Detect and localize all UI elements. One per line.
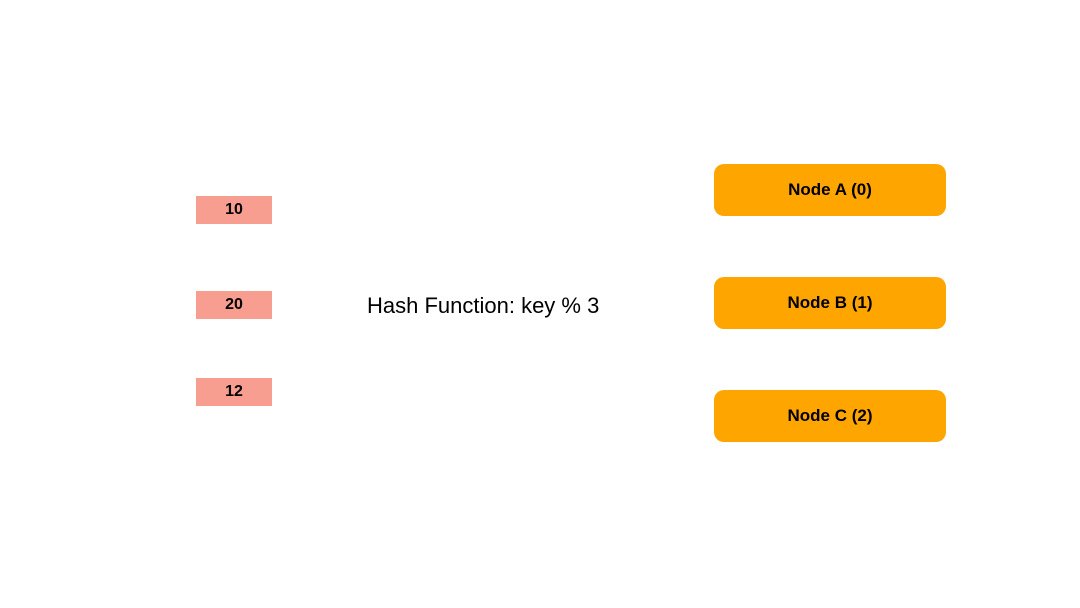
node-label-c: Node C (2) bbox=[788, 406, 873, 426]
key-label-3: 12 bbox=[225, 383, 243, 401]
hash-diagram-canvas: 10 20 12 Hash Function: key % 3 Node A (… bbox=[0, 0, 1080, 608]
node-label-a: Node A (0) bbox=[788, 180, 872, 200]
key-label-1: 10 bbox=[225, 201, 243, 219]
node-box-a: Node A (0) bbox=[714, 164, 946, 216]
node-label-b: Node B (1) bbox=[788, 293, 873, 313]
node-box-b: Node B (1) bbox=[714, 277, 946, 329]
key-box-1: 10 bbox=[196, 196, 272, 224]
key-label-2: 20 bbox=[225, 296, 243, 314]
node-box-c: Node C (2) bbox=[714, 390, 946, 442]
hash-function-label: Hash Function: key % 3 bbox=[367, 293, 599, 319]
key-box-3: 12 bbox=[196, 378, 272, 406]
hash-function-text: Hash Function: key % 3 bbox=[367, 293, 599, 318]
key-box-2: 20 bbox=[196, 291, 272, 319]
